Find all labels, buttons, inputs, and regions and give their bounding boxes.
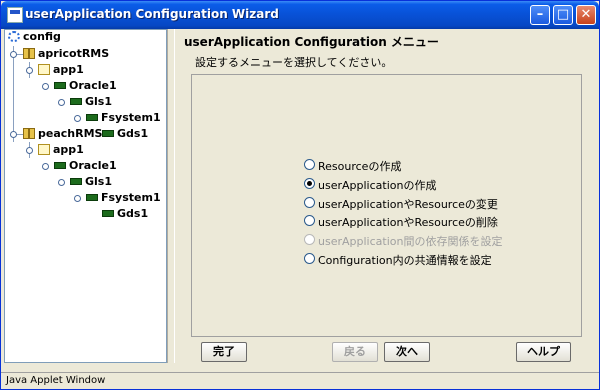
title-bar[interactable]: userApplication Configuration Wizard – □… bbox=[1, 1, 599, 29]
resource-icon bbox=[102, 210, 114, 217]
resource-icon bbox=[54, 82, 66, 89]
finish-button[interactable]: 完了 bbox=[201, 342, 247, 362]
config-icon bbox=[8, 31, 20, 42]
rms-icon bbox=[23, 128, 35, 139]
help-button[interactable]: ヘルプ bbox=[516, 342, 571, 362]
minimize-icon[interactable]: – bbox=[530, 5, 550, 25]
tree-toggle[interactable] bbox=[74, 195, 81, 202]
userapplication-icon bbox=[38, 144, 50, 155]
resource-icon bbox=[70, 98, 82, 105]
tree-connector bbox=[13, 46, 14, 142]
radio-button[interactable] bbox=[304, 253, 315, 264]
resource-icon bbox=[86, 194, 98, 201]
tree-toggle[interactable] bbox=[26, 147, 33, 154]
next-button[interactable]: 次へ bbox=[384, 342, 430, 362]
maximize-icon[interactable]: □ bbox=[553, 5, 573, 25]
radio-button[interactable] bbox=[304, 215, 315, 226]
split-pane-divider[interactable] bbox=[167, 29, 175, 363]
instruction-text: 設定するメニューを選択してください。 bbox=[195, 56, 393, 69]
status-text: Java Applet Window bbox=[6, 375, 106, 386]
tree-toggle[interactable] bbox=[42, 83, 49, 90]
tree-toggle[interactable] bbox=[58, 179, 65, 186]
radio-button[interactable] bbox=[304, 178, 315, 189]
resource-icon bbox=[86, 114, 98, 121]
radio-button[interactable] bbox=[304, 159, 315, 170]
status-bar: Java Applet Window bbox=[1, 372, 599, 389]
window-title: userApplication Configuration Wizard bbox=[25, 7, 279, 21]
rms-icon bbox=[23, 48, 35, 59]
java-app-icon bbox=[7, 7, 23, 23]
page-title: userApplication Configuration メニュー bbox=[184, 35, 439, 49]
config-tree[interactable]: config apricotRMS app1 Oracle1 Gls1 Fsys… bbox=[4, 29, 167, 363]
resource-icon bbox=[70, 178, 82, 185]
close-icon[interactable]: ✕ bbox=[576, 5, 596, 25]
tree-toggle[interactable] bbox=[74, 115, 81, 122]
wizard-window: userApplication Configuration Wizard – □… bbox=[0, 0, 600, 390]
userapplication-icon bbox=[38, 64, 50, 75]
resource-icon bbox=[54, 162, 66, 169]
tree-toggle[interactable] bbox=[42, 163, 49, 170]
tree-toggle[interactable] bbox=[26, 67, 33, 74]
radio-button[interactable] bbox=[304, 197, 315, 208]
back-button: 戻る bbox=[332, 342, 378, 362]
resource-icon bbox=[102, 130, 114, 137]
tree-toggle[interactable] bbox=[10, 131, 17, 138]
tree-toggle[interactable] bbox=[58, 99, 65, 106]
tree-toggle[interactable] bbox=[10, 51, 17, 58]
radio-button bbox=[304, 234, 315, 245]
